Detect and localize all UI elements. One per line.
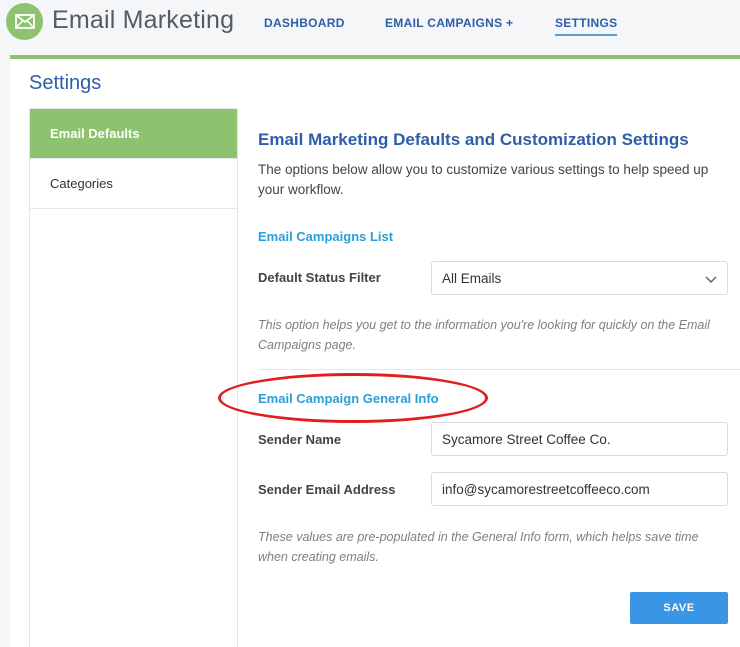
sender-name-input[interactable] <box>431 422 728 456</box>
content-intro: The options below allow you to customize… <box>258 162 709 197</box>
chevron-down-icon <box>705 272 717 287</box>
sender-name-label: Sender Name <box>258 432 342 447</box>
sidebar-item-email-defaults[interactable]: Email Defaults <box>30 109 237 159</box>
sender-email-input[interactable] <box>431 472 728 506</box>
nav-email-campaigns[interactable]: EMAIL CAMPAIGNS + <box>385 16 513 30</box>
annotation-ellipse <box>218 373 488 423</box>
section-title-campaigns-list: Email Campaigns List <box>258 229 394 244</box>
sender-email-label: Sender Email Address <box>258 482 396 497</box>
settings-sidebar: Email Defaults Categories <box>29 108 238 647</box>
campaigns-list-help: This option helps you get to the informa… <box>258 318 710 352</box>
envelope-icon <box>6 3 43 40</box>
sidebar-item-categories[interactable]: Categories <box>30 159 237 209</box>
section-divider <box>258 369 740 370</box>
nav-dashboard[interactable]: DASHBOARD <box>264 16 345 30</box>
status-filter-select[interactable]: All Emails <box>431 261 728 295</box>
status-filter-value: All Emails <box>442 270 502 286</box>
status-filter-label: Default Status Filter <box>258 270 381 285</box>
content-heading: Email Marketing Defaults and Customizati… <box>258 130 689 149</box>
top-bar: Email Marketing DASHBOARD EMAIL CAMPAIGN… <box>0 0 740 55</box>
page-title: Settings <box>29 72 102 94</box>
nav-settings[interactable]: SETTINGS <box>555 16 618 36</box>
save-button[interactable]: SAVE <box>630 592 728 624</box>
general-info-help: These values are pre-populated in the Ge… <box>258 530 699 564</box>
app-title: Email Marketing <box>52 6 235 34</box>
